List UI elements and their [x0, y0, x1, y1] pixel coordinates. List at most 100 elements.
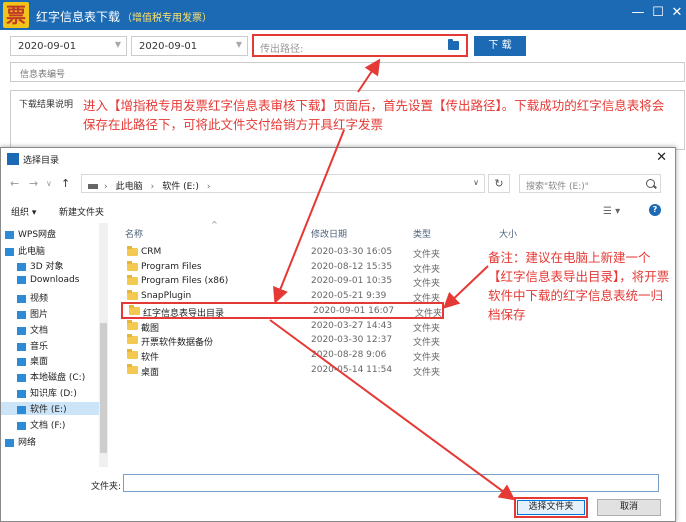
cancel-button[interactable]: 取消 [597, 499, 661, 516]
folder-name: 桌面 [141, 367, 160, 378]
sidebar-item-label: 此电脑 [18, 247, 46, 257]
sidebar-item-documents[interactable]: 文档 [17, 323, 48, 336]
help-icon[interactable]: ? [649, 204, 661, 216]
sidebar-item-drive-d[interactable]: 知识库 (D:) [17, 386, 77, 399]
nav-scrollbar-thumb[interactable] [100, 323, 107, 453]
folder-name: SnapPlugin [141, 291, 192, 302]
folder-name-input[interactable] [123, 474, 659, 492]
sidebar-item-drive-f[interactable]: 文档 (F:) [17, 418, 65, 431]
folder-type: 文件夹 [413, 338, 441, 349]
column-header-name[interactable]: 名称 [125, 227, 143, 240]
folder-name: Program Files (x86) [141, 276, 229, 287]
app-logo-icon: 票 [3, 2, 29, 28]
chevron-down-icon: ▼ [235, 40, 242, 49]
recent-chevron-icon[interactable]: ∨ [46, 179, 52, 188]
drive-c-icon [17, 373, 26, 382]
folder-icon [127, 319, 138, 330]
sort-up-icon: ^ [211, 220, 218, 229]
sidebar-item-network[interactable]: 网络 [5, 435, 36, 448]
download-button[interactable]: 下 载 [474, 36, 526, 56]
app-subtitle: （增值税专用发票） [122, 13, 212, 24]
chevron-down-icon[interactable]: ∨ [473, 178, 479, 187]
drive-e-icon [17, 405, 26, 414]
export-path-input[interactable]: 传出路径: [252, 34, 468, 57]
folder-label: 文件夹: [91, 482, 122, 492]
breadcrumb-drive-e[interactable]: 软件 (E:) [162, 182, 199, 192]
start-date-picker[interactable]: 2020-09-01 ▼ [10, 36, 127, 56]
folder-name: 开票软件数据备份 [141, 338, 214, 349]
folder-icon [127, 246, 138, 256]
column-header-size[interactable]: 大小 [499, 227, 517, 240]
select-folder-button[interactable]: 选择文件夹 [517, 500, 585, 515]
column-header-type[interactable]: 类型 [413, 227, 431, 240]
folder-date: 2020-05-14 11:54 [311, 364, 393, 375]
sidebar-item-label: 本地磁盘 (C:) [30, 373, 86, 383]
sidebar-item-label: 图片 [30, 310, 49, 320]
folder-date: 2020-03-30 16:05 [311, 247, 393, 257]
end-date-picker[interactable]: 2020-09-01 ▼ [131, 36, 248, 56]
sidebar-item-label: Downloads [30, 275, 80, 285]
forward-arrow-icon[interactable]: → [29, 177, 38, 190]
sidebar-item-label: 文档 [30, 326, 49, 336]
folder-type: 文件夹 [413, 279, 441, 290]
navigation-pane: WPS网盘此电脑 3D 对象 Downloads 视频图片文档音乐桌面本地磁盘 (C:… [1, 223, 109, 467]
videos-icon [17, 294, 26, 303]
sidebar-item-3d-objects[interactable]: 3D 对象 [17, 259, 64, 272]
close-icon[interactable]: ✕ [669, 5, 685, 21]
sidebar-item-label: 视频 [30, 294, 49, 304]
sidebar-item-desktop[interactable]: 桌面 [17, 354, 48, 367]
drive-d-icon [17, 389, 26, 398]
sidebar-item-downloads[interactable]: Downloads [17, 275, 79, 285]
refresh-icon[interactable]: ↻ [488, 174, 510, 193]
breadcrumb-this-pc[interactable]: 此电脑 [116, 182, 143, 192]
search-placeholder: 搜索"软件 (E:)" [526, 182, 589, 192]
minimize-icon[interactable]: — [630, 5, 646, 21]
folder-name: 截图 [141, 323, 160, 334]
search-input[interactable]: 搜索"软件 (E:)" [519, 174, 661, 193]
sidebar-item-drive-c[interactable]: 本地磁盘 (C:) [17, 370, 85, 383]
column-header-date[interactable]: 修改日期 [311, 227, 347, 240]
view-options-icon[interactable]: ☰ ▾ [603, 206, 620, 217]
drive-f-icon [17, 421, 26, 430]
sidebar-item-label: 3D 对象 [30, 262, 64, 272]
folder-row[interactable]: 桌面 2020-05-14 11:54 文件夹 [113, 363, 633, 378]
drive-icon [88, 184, 98, 189]
new-folder-button[interactable]: 新建文件夹 [59, 205, 104, 218]
highlighted-folder-row[interactable]: 红字信息表导出目录 2020-09-01 16:07 文件夹 [121, 301, 444, 319]
this-pc-icon [5, 247, 14, 256]
chevron-down-icon: ▼ [114, 40, 121, 49]
maximize-icon[interactable]: ☐ [650, 5, 666, 21]
sidebar-item-this-pc[interactable]: 此电脑 [5, 244, 45, 257]
sidebar-item-wps-cloud[interactable]: WPS网盘 [5, 227, 56, 240]
back-arrow-icon[interactable]: ← [10, 177, 19, 190]
sidebar-item-drive-e[interactable]: 软件 (E:) [1, 402, 99, 415]
dialog-title: 选择目录 [23, 156, 60, 166]
folder-name: Program Files [141, 261, 202, 272]
folder-icon [127, 260, 138, 271]
nav-scrollbar[interactable] [99, 223, 108, 467]
folder-date: 2020-08-12 15:35 [311, 261, 393, 272]
sidebar-item-music[interactable]: 音乐 [17, 339, 48, 352]
organize-menu[interactable]: 组织 ▾ [11, 205, 36, 218]
dialog-close-icon[interactable]: ✕ [656, 150, 667, 165]
up-arrow-icon[interactable]: ↑ [61, 177, 70, 190]
annotation-main: 进入【增指税专用发票红字信息表审核下载】页面后，首先设置【传出路径】。下载成功的… [83, 98, 665, 132]
sidebar-item-pictures[interactable]: 图片 [17, 307, 48, 320]
folder-icon [127, 290, 138, 301]
sidebar-item-label: WPS网盘 [18, 230, 57, 240]
folder-date: 2020-09-01 16:07 [313, 305, 395, 316]
folder-browse-icon[interactable] [448, 39, 459, 50]
annotation-note: 备注：建议在电脑上新建一个【红字信息表导出目录】，将开票软件中下载的红字信息表统… [488, 250, 670, 322]
info-table-number-input[interactable]: 信息表编号 [10, 62, 685, 82]
folder-row[interactable]: 软件 2020-08-28 9:06 文件夹 [113, 348, 633, 363]
address-bar[interactable]: › 此电脑 › 软件 (E:) › ∨ [81, 174, 485, 193]
sidebar-item-videos[interactable]: 视频 [17, 291, 48, 304]
folder-row[interactable]: 开票软件数据备份 2020-03-30 12:37 文件夹 [113, 333, 633, 348]
pictures-icon [17, 310, 26, 319]
folder-type: 文件夹 [415, 308, 443, 319]
download-result-area: 下载结果说明 进入【增指税专用发票红字信息表审核下载】页面后，首先设置【传出路径… [10, 90, 685, 150]
end-date-value: 2020-09-01 [139, 41, 198, 52]
folder-name: 软件 [141, 352, 160, 363]
folder-type: 文件夹 [413, 323, 441, 334]
folder-date: 2020-09-01 10:35 [311, 276, 393, 287]
